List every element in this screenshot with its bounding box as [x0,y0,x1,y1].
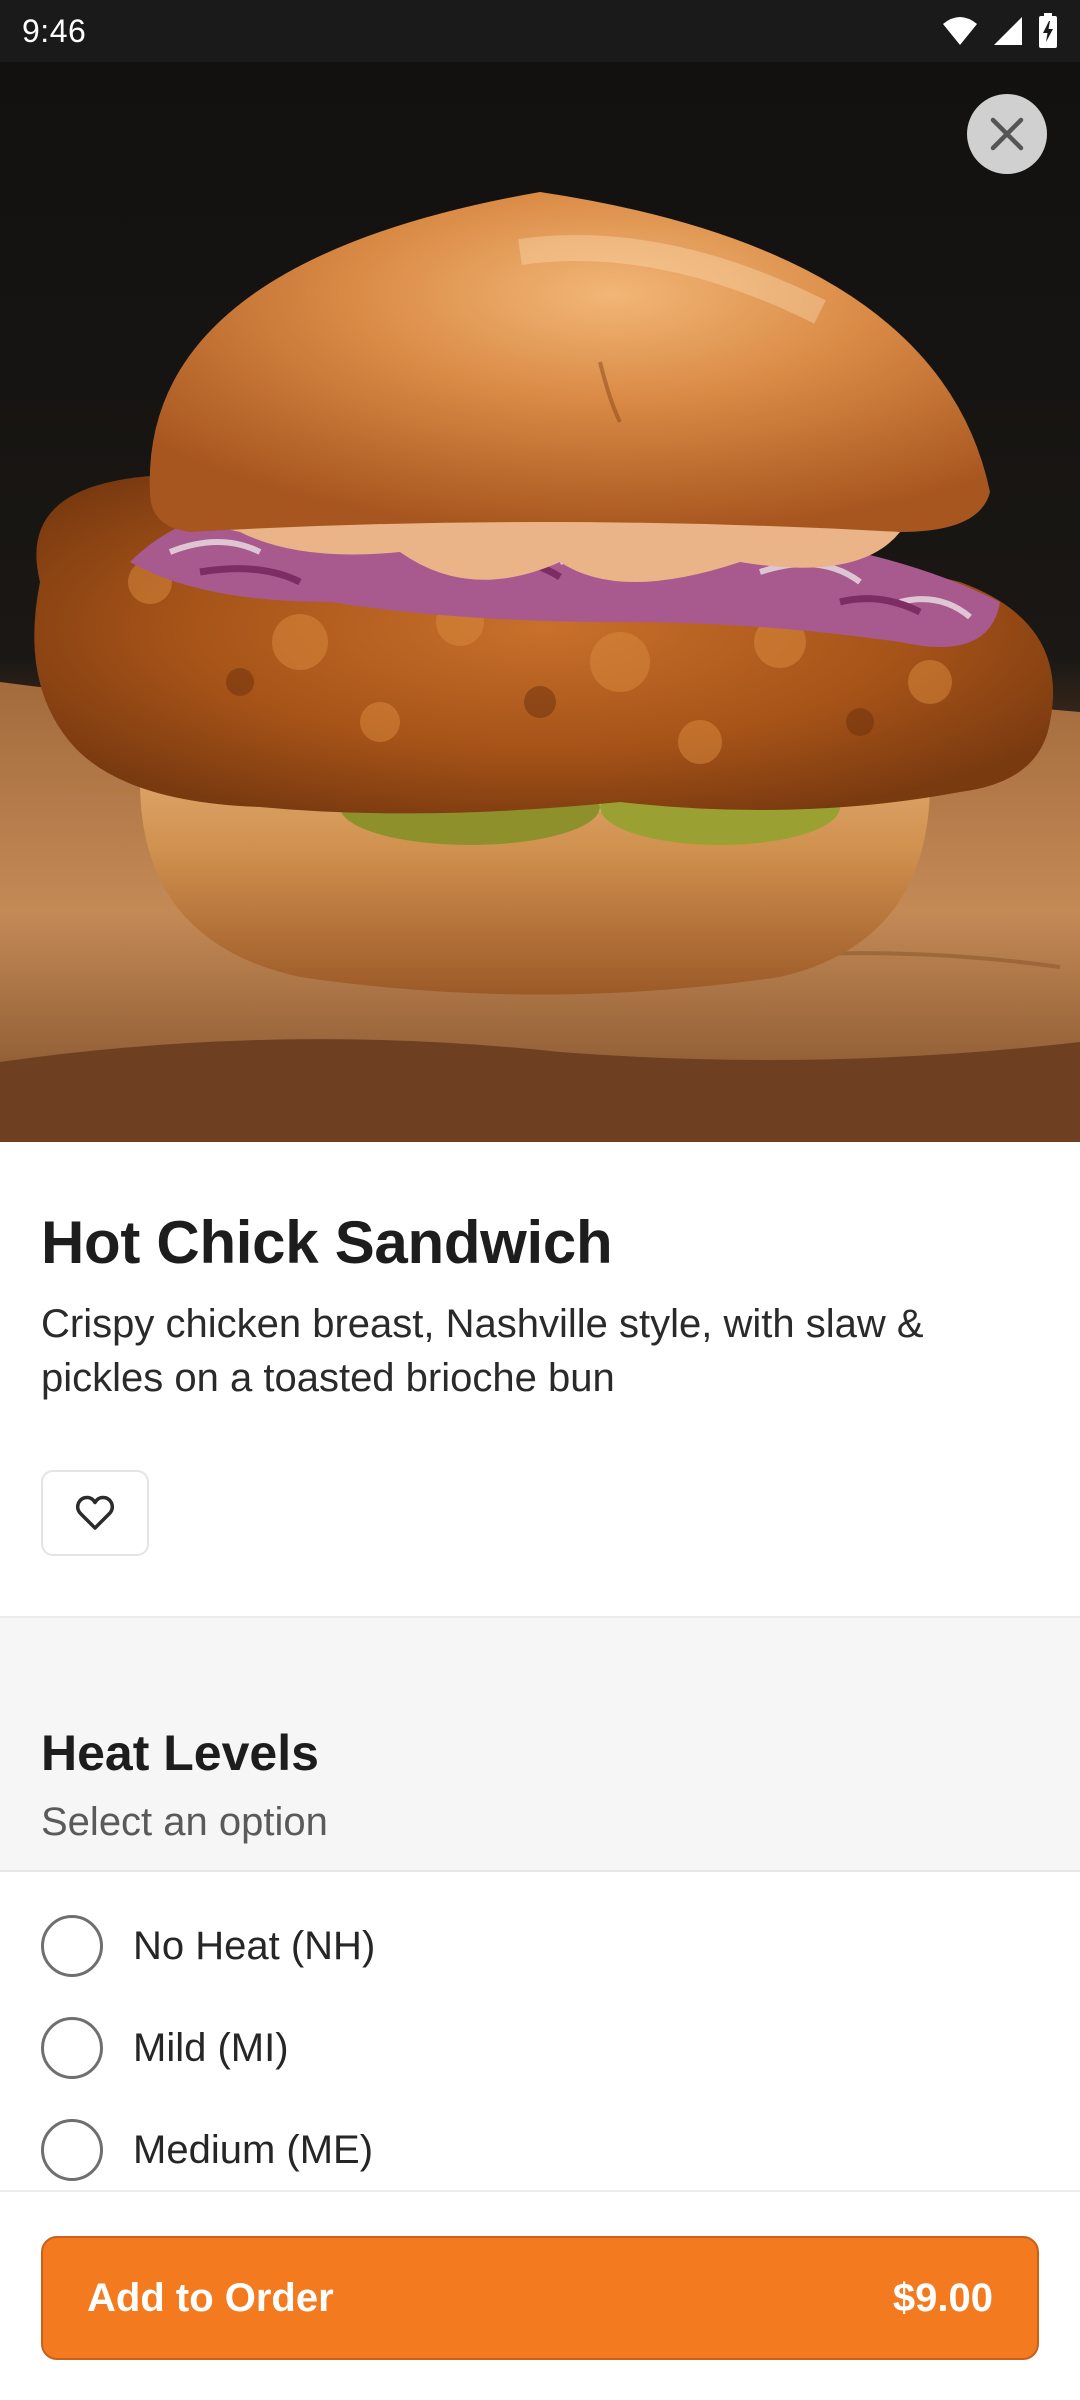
order-price: $9.00 [892,2275,993,2320]
order-footer: Add to Order $9.00 [0,2190,1080,2400]
sandwich-illustration [0,62,1080,1142]
add-to-order-button[interactable]: Add to Order $9.00 [41,2236,1039,2360]
battery-charging-icon [1039,13,1057,48]
option-label: Mild (MI) [133,2025,289,2070]
item-details: Hot Chick Sandwich Crispy chicken breast… [0,1142,1080,1616]
status-icons [942,13,1058,49]
option-no-heat[interactable]: No Heat (NH) [0,1896,1080,1996]
option-label: No Heat (NH) [133,1923,376,1968]
close-button[interactable] [967,94,1047,174]
option-medium[interactable]: Medium (ME) [0,2100,1080,2200]
item-title: Hot Chick Sandwich [41,1209,613,1276]
status-time: 9:46 [22,12,87,49]
radio-button[interactable] [41,2119,103,2181]
option-label: Medium (ME) [133,2127,374,2172]
item-description: Crispy chicken breast, Nashville style, … [41,1302,924,1400]
section-subtitle: Select an option [41,1800,328,1844]
radio-button[interactable] [41,1915,103,1977]
heat-levels-header: Heat Levels Select an option [0,1616,1080,1872]
option-mild[interactable]: Mild (MI) [0,1998,1080,2098]
radio-button[interactable] [41,2017,103,2079]
hero-image [0,62,1080,1142]
section-title: Heat Levels [41,1725,319,1781]
favorite-button[interactable] [41,1470,149,1556]
add-to-order-label: Add to Order [87,2275,334,2320]
wifi-icon [943,17,977,45]
close-icon [990,117,1024,151]
cellular-signal-icon [994,17,1022,45]
heart-outline-icon [75,1495,115,1530]
status-bar: 9:46 [0,0,1080,62]
